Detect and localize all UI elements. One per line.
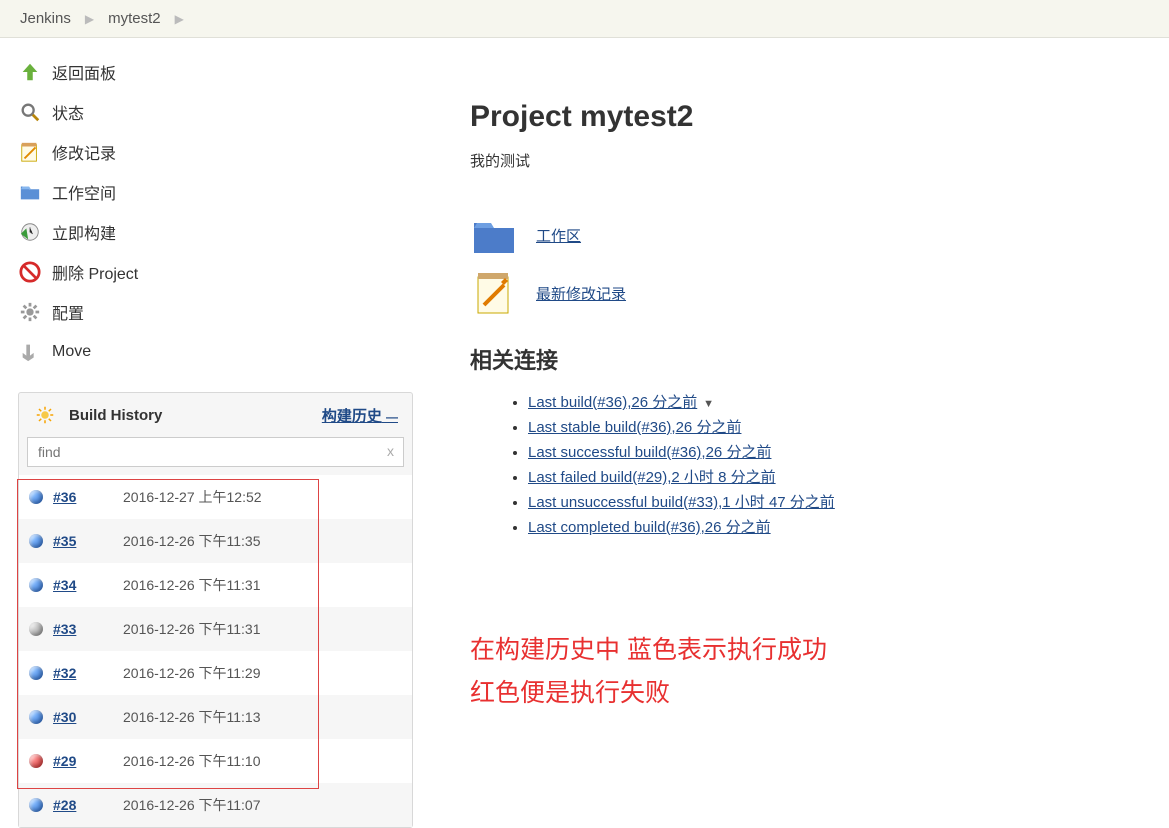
task-changes[interactable]: 修改记录	[18, 132, 430, 172]
task-label: Move	[52, 343, 91, 361]
build-row[interactable]: #32 2016-12-26 下午11:29	[19, 651, 412, 695]
build-date: 2016-12-26 下午11:31	[123, 575, 261, 595]
page-title: Project mytest2	[470, 100, 1139, 134]
build-number-link[interactable]: #33	[53, 621, 113, 637]
permalink-link[interactable]: Last unsuccessful build(#33),1 小时 47 分之前	[528, 494, 835, 511]
recent-changes-link[interactable]: 最新修改记录	[536, 283, 626, 304]
permalink-item: Last unsuccessful build(#33),1 小时 47 分之前	[528, 489, 1139, 514]
annotation-text: 在构建历史中 蓝色表示执行成功红色便是执行失败	[470, 629, 1139, 714]
task-label: 删除 Project	[52, 260, 138, 284]
move-icon	[18, 340, 42, 364]
task-configure[interactable]: 配置	[18, 292, 430, 332]
build-row[interactable]: #30 2016-12-26 下午11:13	[19, 695, 412, 739]
notepad-large-icon	[470, 269, 518, 317]
task-status[interactable]: 状态	[18, 92, 430, 132]
clear-icon[interactable]: x	[387, 443, 394, 459]
find-input[interactable]	[27, 437, 404, 467]
build-date: 2016-12-26 下午11:31	[123, 619, 261, 639]
task-label: 工作空间	[52, 180, 116, 204]
task-label: 立即构建	[52, 220, 116, 244]
permalink-link[interactable]: Last build(#36),26 分之前	[528, 394, 697, 411]
status-ball-icon	[29, 490, 43, 504]
build-history-panel: Build History 构建历史 — x #36 2016-12-27 上午1…	[18, 392, 413, 828]
build-row[interactable]: #34 2016-12-26 下午11:31	[19, 563, 412, 607]
status-ball-icon	[29, 798, 43, 812]
status-ball-icon	[29, 666, 43, 680]
breadcrumb-root[interactable]: Jenkins	[20, 10, 71, 27]
build-list: #36 2016-12-27 上午12:52 #35 2016-12-26 下午11:…	[19, 475, 412, 827]
permalink-item: Last stable build(#36),26 分之前	[528, 414, 1139, 439]
task-label: 修改记录	[52, 140, 116, 164]
workspace-link[interactable]: 工作区	[536, 225, 581, 246]
dropdown-icon[interactable]: ▼	[703, 398, 714, 410]
task-label: 配置	[52, 300, 84, 324]
folder-icon	[18, 180, 42, 204]
status-ball-icon	[29, 710, 43, 724]
notepad-icon	[18, 140, 42, 164]
task-build-now[interactable]: 立即构建	[18, 212, 430, 252]
search-icon	[18, 100, 42, 124]
build-number-link[interactable]: #30	[53, 709, 113, 725]
task-back[interactable]: 返回面板	[18, 52, 430, 92]
sun-icon	[33, 403, 57, 427]
task-label: 状态	[52, 100, 84, 124]
chevron-icon: ▶	[175, 12, 184, 26]
build-row[interactable]: #33 2016-12-26 下午11:31	[19, 607, 412, 651]
project-description: 我的测试	[470, 150, 1139, 171]
build-number-link[interactable]: #35	[53, 533, 113, 549]
task-list: 返回面板 状态 修改记录 工作空间 立即构建 删除 Project 配置 Mov…	[18, 52, 430, 372]
status-ball-icon	[29, 754, 43, 768]
build-row[interactable]: #28 2016-12-26 下午11:07	[19, 783, 412, 827]
permalink-item: Last completed build(#36),26 分之前	[528, 514, 1139, 539]
build-number-link[interactable]: #28	[53, 797, 113, 813]
chevron-icon: ▶	[85, 12, 94, 26]
status-ball-icon	[29, 578, 43, 592]
build-date: 2016-12-27 上午12:52	[123, 487, 262, 507]
build-history-find: x	[27, 437, 404, 467]
main-panel: Project mytest2 我的测试 工作区 最新修改记录 相关连接 Las…	[430, 38, 1169, 828]
build-row[interactable]: #35 2016-12-26 下午11:35	[19, 519, 412, 563]
build-row[interactable]: #36 2016-12-27 上午12:52	[19, 475, 412, 519]
clock-play-icon	[18, 220, 42, 244]
build-number-link[interactable]: #36	[53, 489, 113, 505]
up-arrow-icon	[18, 60, 42, 84]
permalink-item: Last build(#36),26 分之前 ▼	[528, 389, 1139, 414]
build-date: 2016-12-26 下午11:10	[123, 751, 261, 771]
status-ball-icon	[29, 534, 43, 548]
no-entry-icon	[18, 260, 42, 284]
gear-icon	[18, 300, 42, 324]
collapse-icon: —	[386, 410, 398, 424]
build-date: 2016-12-26 下午11:13	[123, 707, 261, 727]
build-row[interactable]: #29 2016-12-26 下午11:10	[19, 739, 412, 783]
build-date: 2016-12-26 下午11:29	[123, 663, 261, 683]
permalink-item: Last successful build(#36),26 分之前	[528, 439, 1139, 464]
task-move[interactable]: Move	[18, 332, 430, 372]
build-date: 2016-12-26 下午11:07	[123, 795, 261, 815]
build-number-link[interactable]: #29	[53, 753, 113, 769]
breadcrumb: Jenkins ▶ mytest2 ▶	[0, 0, 1169, 38]
task-workspace[interactable]: 工作空间	[18, 172, 430, 212]
build-date: 2016-12-26 下午11:35	[123, 531, 261, 551]
permalinks-heading: 相关连接	[470, 343, 1139, 375]
task-delete[interactable]: 删除 Project	[18, 252, 430, 292]
permalink-link[interactable]: Last completed build(#36),26 分之前	[528, 519, 771, 536]
folder-large-icon	[470, 211, 518, 259]
build-number-link[interactable]: #32	[53, 665, 113, 681]
build-number-link[interactable]: #34	[53, 577, 113, 593]
build-history-title: Build History	[69, 407, 310, 424]
permalinks-list: Last build(#36),26 分之前 ▼ Last stable buil…	[470, 389, 1139, 539]
permalink-item: Last failed build(#29),2 小时 8 分之前	[528, 464, 1139, 489]
permalink-link[interactable]: Last failed build(#29),2 小时 8 分之前	[528, 469, 776, 486]
status-ball-icon	[29, 622, 43, 636]
permalink-link[interactable]: Last successful build(#36),26 分之前	[528, 444, 771, 461]
permalink-link[interactable]: Last stable build(#36),26 分之前	[528, 419, 741, 436]
breadcrumb-job[interactable]: mytest2	[108, 10, 161, 27]
build-history-trend-link[interactable]: 构建历史 —	[322, 405, 398, 426]
sidebar: 返回面板 状态 修改记录 工作空间 立即构建 删除 Project 配置 Mov…	[0, 38, 430, 828]
task-label: 返回面板	[52, 60, 116, 84]
